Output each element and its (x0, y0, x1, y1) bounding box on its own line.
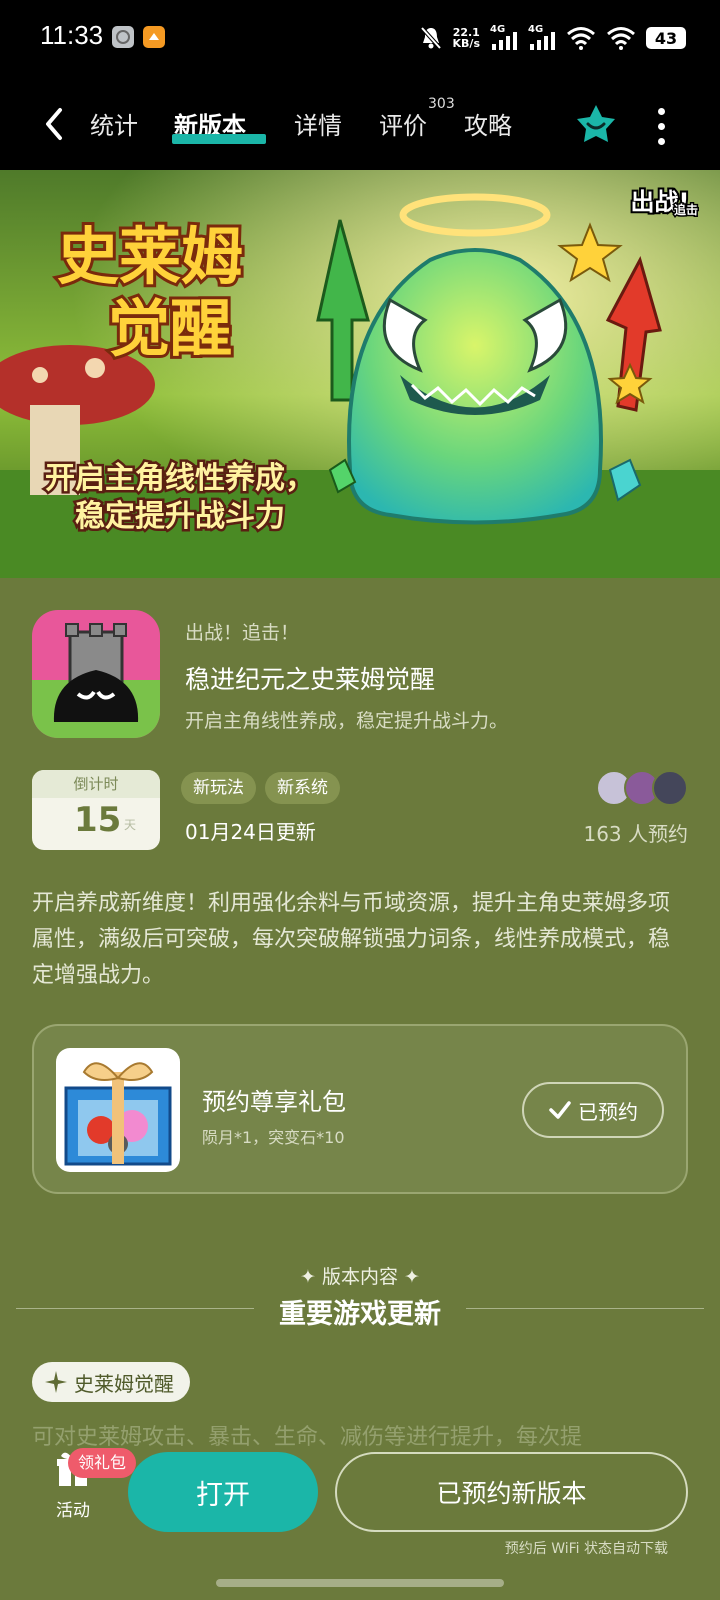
more-menu-icon[interactable] (658, 108, 666, 145)
banner-artwork: 史莱姆 觉醒 开启主角线性养成， 稳定提升战斗力 出战! 追击 (0, 170, 720, 578)
follow-star-icon[interactable] (573, 102, 619, 148)
net-speed-unit: KB/s (452, 37, 480, 50)
svg-text:史莱姆: 史莱姆 (57, 220, 243, 293)
mute-bell-icon (420, 26, 442, 50)
feature-chip-label: 史莱姆觉醒 (74, 1371, 174, 1396)
app-icon-orange (143, 26, 165, 48)
avatar (652, 770, 688, 806)
game-title: 稳进纪元之史莱姆觉醒 (185, 665, 436, 694)
gift-pack-title: 预约尊享礼包 (202, 1088, 346, 1116)
reserve-count: 163 人预约 (583, 822, 688, 846)
sparkle-icon: ✦ (300, 1266, 322, 1288)
game-icon[interactable] (32, 610, 160, 738)
svg-text:开启主角线性养成，: 开启主角线性养成， (45, 461, 315, 496)
status-icons: 22.1 KB/s 4G 4G 43 (419, 22, 686, 54)
gift-reserved-label: 已预约 (578, 1099, 638, 1124)
reserved-version-button[interactable]: 已预约新版本 (335, 1452, 688, 1532)
svg-text:追击: 追击 (674, 202, 698, 217)
wifi-download-note: 预约后 WiFi 状态自动下载 (504, 1541, 668, 1557)
section-label: ✦ 版本内容 ✦ (0, 1262, 720, 1289)
gift-reserved-button[interactable]: 已预约 (522, 1082, 664, 1138)
sparkle-icon: ✦ (398, 1266, 420, 1288)
gift-badge[interactable]: 领礼包 (68, 1448, 137, 1478)
activity-label: 活动 (56, 1501, 90, 1521)
wifi-icon (607, 27, 635, 50)
top-nav: 统计 新版本 详情 评价 303 攻略 (0, 78, 720, 170)
feature-chip: 史莱姆觉醒 (32, 1362, 190, 1402)
update-date: 01月24日更新 (185, 820, 316, 844)
countdown-value: 15 (74, 800, 122, 840)
countdown-label: 倒计时 (32, 770, 160, 798)
net-speed: 22.1 KB/s (453, 27, 480, 49)
banner-logo: 出战! 追击 (629, 186, 700, 219)
wifi-icon (567, 27, 595, 50)
countdown-card: 倒计时 15 天 (32, 770, 160, 850)
developer-name[interactable]: 出战！追击！ (185, 618, 299, 645)
gift-pack-content: 陨月*1，突变石*10 (202, 1128, 345, 1147)
signal-icon: 4G (490, 24, 518, 52)
reviews-count-badge: 303 (428, 96, 455, 112)
feature-description: 可对史莱姆攻击、暴击、生命、减伤等进行提升，每次提 (32, 1425, 583, 1450)
tab-guides[interactable]: 攻略 (464, 106, 512, 141)
tab-stats[interactable]: 统计 (90, 106, 138, 141)
reserver-avatars (596, 770, 688, 806)
gift-box-image (56, 1048, 180, 1172)
svg-text:稳定提升战斗力: 稳定提升战斗力 (75, 499, 285, 534)
check-icon (549, 1101, 571, 1119)
svg-text:觉醒: 觉醒 (108, 292, 232, 365)
battery-icon: 43 (646, 27, 686, 49)
tag-new-system: 新系统 (265, 772, 340, 804)
signal-icon: 4G (528, 24, 556, 52)
tab-reviews[interactable]: 评价 (379, 106, 427, 141)
game-subtitle: 开启主角线性养成，稳定提升战斗力。 (185, 710, 509, 732)
tab-details[interactable]: 详情 (294, 106, 342, 141)
version-description: 开启养成新维度！利用强化余料与币域资源，提升主角史莱姆多项属性，满级后可突破，每… (32, 891, 671, 988)
countdown-unit: 天 (124, 818, 137, 832)
section-title: 重要游戏更新 (279, 1299, 441, 1330)
sparkle-icon (45, 1371, 67, 1393)
status-time: 11:33 (40, 20, 104, 50)
gift-pack-card[interactable]: 预约尊享礼包 陨月*1，突变石*10 已预约 (32, 1024, 688, 1194)
active-tab-indicator (172, 134, 266, 144)
status-bar: 11:33 22.1 KB/s 4G 4G 43 (0, 0, 720, 78)
back-icon[interactable] (40, 104, 70, 144)
section-label-text: 版本内容 (321, 1266, 398, 1288)
open-button[interactable]: 打开 (128, 1452, 318, 1532)
app-icon-gray (112, 26, 134, 48)
game-banner[interactable]: 史莱姆 觉醒 开启主角线性养成， 稳定提升战斗力 出战! 追击 (0, 170, 720, 578)
tag-new-gameplay: 新玩法 (181, 772, 256, 804)
home-indicator[interactable] (216, 1579, 504, 1587)
